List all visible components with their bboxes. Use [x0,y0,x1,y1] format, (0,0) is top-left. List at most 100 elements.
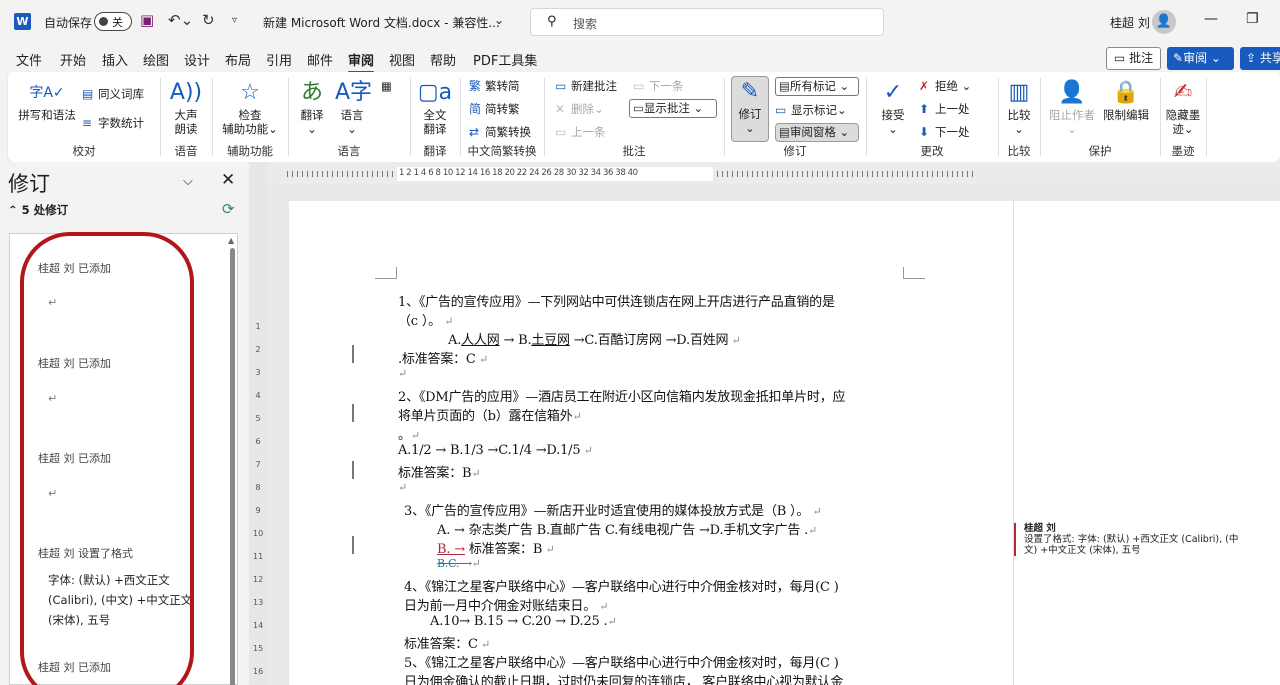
revision-list: 桂超 刘 已添加 ↵ 桂超 刘 已添加 ↵ 桂超 刘 已添加 ↵ 桂超 刘 设置… [9,232,238,685]
protect-group-label: 保护 [1088,144,1112,158]
ruler-number: 10 [253,529,264,538]
question-1-line-2: （c ）。 ↵ [398,310,453,329]
ruler-number: 1 [255,322,261,331]
scroll-thumb[interactable] [230,248,235,685]
search-input[interactable]: ⚲ 搜索 [530,8,884,36]
tab-file[interactable]: 文件 [16,50,42,69]
group-comments: ▭ 新建批注 ✕ 删除⌄ ▭ 上一条 ▭ 下一条 ▭显示批注 ⌄ 批注 [545,72,723,162]
save-icon[interactable]: ▣ [140,11,154,29]
delete-comment-button[interactable]: ✕ 删除⌄ [555,101,604,117]
answer-1-text: .标准答案：C [398,352,476,367]
thesaurus-button[interactable]: ▤ 同义词库 [82,86,144,102]
balloon-author: 桂超 刘 [1024,523,1056,534]
pane-scrollbar[interactable]: ▲ [228,234,238,685]
reject-button[interactable]: ✗ 拒绝 ⌄ [919,78,971,94]
hide-ink-button[interactable]: ✍ 隐藏墨 迹⌄ [1165,78,1201,136]
tab-pdf-tools[interactable]: PDF工具集 [473,50,537,69]
tab-home[interactable]: 开始 [60,50,86,69]
translate-button[interactable]: あ翻译 ⌄ [295,78,329,136]
autosave-toggle[interactable]: 关 [94,12,132,31]
markup-select[interactable]: ▤所有标记 ⌄ [775,77,859,96]
full-translate-button[interactable]: ▢a 全文 翻译 [417,78,453,136]
customize-qat-icon[interactable]: ▿ [232,15,237,26]
markup-icon: ▤ [779,79,790,93]
previous-change-button[interactable]: ⬆ 上一处 [919,101,970,117]
avatar[interactable]: 👤 [1152,10,1176,34]
group-accessibility: ☆ 检查 辅助功能⌄ 辅助功能 [213,72,287,162]
tab-design[interactable]: 设计 [184,50,210,69]
next-comment-button[interactable]: ▭ 下一条 [633,78,684,94]
hide-ink-label-2: 迹 [1172,122,1184,136]
block-authors-button[interactable]: 👤 阻止作者 ⌄ [1049,78,1095,136]
language-button[interactable]: A字 语言 ⌄ [335,78,372,136]
redo-icon[interactable]: ↻ [202,11,215,29]
compare-button[interactable]: ▥ 比较 ⌄ [1003,78,1035,136]
pane-title: 修订 [8,172,50,196]
tab-mailings[interactable]: 邮件 [307,50,333,69]
new-comment-button[interactable]: ▭ 新建批注 [555,78,617,94]
document-title[interactable]: 新建 Microsoft Word 文档.docx - 兼容性... [263,14,500,31]
restrict-editing-button[interactable]: 🔒 限制编辑 [1101,78,1151,122]
minimize-icon[interactable]: — [1204,11,1218,27]
restore-icon[interactable]: ❐ [1246,11,1259,27]
convert-button[interactable]: ⇄ 简繁转换 [469,124,531,140]
markup-value: 所有标记 [789,79,836,93]
check-accessibility-button[interactable]: ☆ 检查 辅助功能⌄ [219,78,281,136]
tab-review[interactable]: 审阅 [348,50,375,74]
word-count-button[interactable]: ≡ 字数统计 [82,115,144,131]
undo-icon[interactable]: ↶⌄ [168,11,193,29]
tab-references[interactable]: 引用 [266,50,292,69]
tab-draw[interactable]: 绘图 [143,50,169,69]
tracking-group-label: 修订 [783,144,807,158]
simp-to-trad-button[interactable]: 简简转繁 [469,101,520,117]
close-icon[interactable]: ✕ [221,170,235,190]
show-markup-icon: ▭ [775,103,787,117]
word-count-icon: ≡ [82,116,93,130]
answer-3-text: 标准答案：B [468,542,543,557]
trad-simp-icon: 繁 [469,79,482,93]
show-markup-button[interactable]: ▭ 显示标记⌄ [775,102,847,118]
format-balloon[interactable]: 桂超 刘 设置了格式: 字体: (默认) +西文正文 (Calibri), (中… [1014,523,1280,556]
language-extra-icon[interactable]: ▦ [381,78,392,94]
q1-option-b-prefix: → B. [503,333,532,348]
tab-insert[interactable]: 插入 [102,50,128,69]
accept-button[interactable]: ✓ 接受 ⌄ [875,78,911,136]
paragraph-mark: ↵ [580,444,593,457]
inserted-text: B. → [437,542,465,557]
next-change-button[interactable]: ⬇ 下一处 [919,124,970,140]
paragraph-mark: ↵ [477,638,491,651]
revision-count[interactable]: ⌃ 5 处修订 [8,202,68,218]
revision-count-label: 5 处修订 [21,203,69,217]
deleted-text: B.C. → [437,557,472,570]
prev-comment-label: 上一条 [571,125,606,139]
q2-line3-text: 。 [398,428,411,443]
scroll-up-icon[interactable]: ▲ [228,236,234,245]
prev-comment-button[interactable]: ▭ 上一条 [555,124,606,140]
block-authors-label: 阻止作者 [1049,108,1095,122]
question-1-line-1: 1、《广告的宣传应用》—下列网站中可供连锁店在网上开店进行产品直销的是 [398,295,835,310]
tab-layout[interactable]: 布局 [225,50,251,69]
user-name[interactable]: 桂超 刘 [1110,14,1150,31]
reviewing-pane-button[interactable]: ▤审阅窗格 ⌄ [775,123,859,142]
comments-button[interactable]: ▭ 批注 [1106,47,1161,70]
refresh-icon[interactable]: ⟳ [222,200,235,218]
spelling-button[interactable]: 字A✓ 拼写和语法 [18,78,76,122]
tab-help[interactable]: 帮助 [430,50,456,69]
divider [1206,78,1207,156]
chevron-down-icon[interactable]: ⌄ [494,13,504,27]
track-changes-button[interactable]: ✎ 修订 ⌄ [731,76,769,142]
chevron-down-icon[interactable]: ⌵ [183,174,193,189]
review-mode-button[interactable]: ✎审阅 ⌄ [1167,47,1234,70]
restrict-editing-icon: 🔒 [1112,80,1140,105]
toggle-state: 关 [112,16,123,29]
revisions-pane: 修订 ⌵ ✕ ⌃ 5 处修订 ⟳ 桂超 刘 已添加 ↵ 桂超 刘 已添加 ↵ 桂… [0,162,248,685]
show-comments-button[interactable]: ▭显示批注 ⌄ [629,99,717,118]
share-button[interactable]: ⇪ 共享 [1240,47,1280,70]
next-change-icon: ⬇ [919,125,930,139]
track-changes-icon: ✎ [740,79,760,104]
word-logo-icon: W [14,13,31,30]
read-aloud-button[interactable]: A)) 大声 朗读 [169,78,203,136]
paragraph-mark: ↵ [410,429,420,442]
trad-to-simp-button[interactable]: 繁繁转简 [469,78,520,94]
tab-view[interactable]: 视图 [389,50,415,69]
